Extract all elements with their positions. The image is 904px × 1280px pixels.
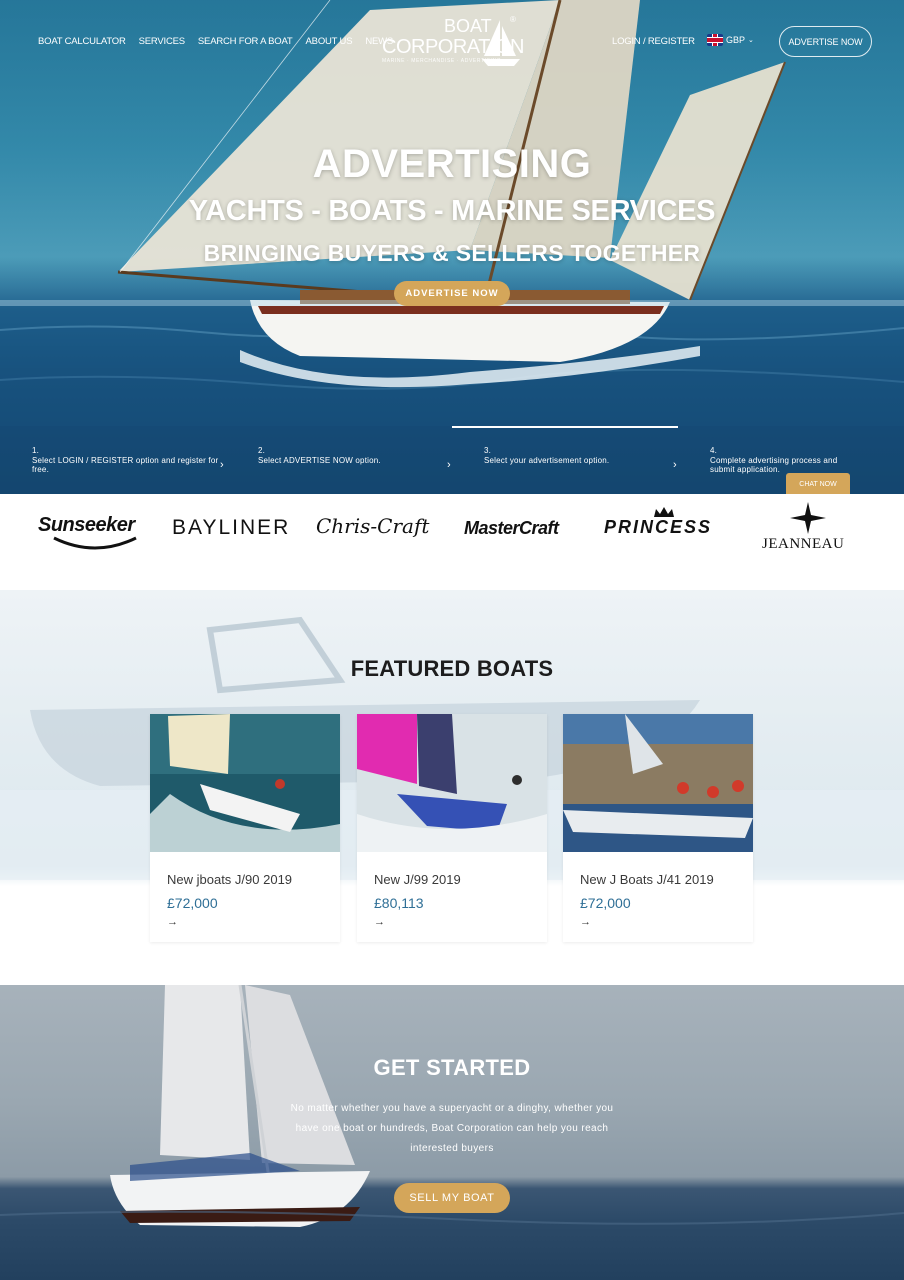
chevron-right-icon: ›	[673, 459, 677, 471]
boat-photo[interactable]	[150, 714, 340, 852]
site-logo[interactable]: BOAT CORPORATION MARINE · MERCHANDISE · …	[382, 14, 524, 70]
chat-now-button[interactable]: CHAT NOW	[786, 473, 850, 495]
login-register-link[interactable]: LOGIN / REGISTER	[612, 36, 695, 47]
laurel-wreath-icon	[53, 536, 137, 550]
hero-subtitle: YACHTS - BOATS - MARINE SERVICES	[188, 195, 716, 227]
active-step-indicator	[452, 426, 678, 428]
arrow-right-icon[interactable]: →	[374, 916, 385, 928]
hero-tagline: BRINGING BUYERS & SELLERS TOGETHER	[203, 240, 701, 266]
step-4[interactable]: 4. Complete advertising process and subm…	[710, 446, 860, 475]
boat-photo[interactable]	[357, 714, 547, 852]
nav-boat-calculator[interactable]: BOAT CALCULATOR	[38, 36, 126, 47]
brand-chris-craft[interactable]: Chris-Craft	[316, 514, 429, 538]
chevron-right-icon: ›	[447, 459, 451, 471]
boat-name[interactable]: New jboats J/90 2019	[167, 872, 292, 887]
nav-search-for-a-boat[interactable]: SEARCH FOR A BOAT	[198, 36, 293, 47]
step-text: Select your advertisement option.	[484, 455, 610, 465]
hero-section: BOAT CALCULATOR SERVICES SEARCH FOR A BO…	[0, 0, 904, 494]
main-nav: BOAT CALCULATOR SERVICES SEARCH FOR A BO…	[38, 36, 393, 47]
step-text: Complete advertising process and submit …	[710, 455, 838, 475]
compass-star-icon	[790, 502, 826, 534]
uk-flag-icon	[707, 34, 723, 46]
advertise-now-header-button[interactable]: ADVERTISE NOW	[779, 26, 872, 57]
steps-bar: 1. Select LOGIN / REGISTER option and re…	[0, 426, 904, 494]
step-2[interactable]: 2. Select ADVERTISE NOW option.	[258, 446, 458, 465]
brand-jeanneau[interactable]: JEANNEAU	[762, 536, 844, 553]
boat-card[interactable]: New jboats J/90 2019 £72,000 →	[150, 714, 340, 942]
get-started-title: GET STARTED	[373, 1055, 531, 1080]
hero-title: ADVERTISING	[312, 142, 592, 186]
step-text: Select ADVERTISE NOW option.	[258, 455, 381, 465]
boat-photo[interactable]	[563, 714, 753, 852]
get-started-section: GET STARTED No matter whether you have a…	[0, 985, 904, 1280]
featured-boats-title: FEATURED BOATS	[350, 656, 554, 681]
get-started-description: No matter whether you have a superyacht …	[290, 1103, 614, 1154]
chevron-down-icon: ⌄	[748, 37, 754, 44]
featured-boats-section: FEATURED BOATS New jboats J/90 2019 £72,…	[0, 590, 904, 985]
boat-price: £72,000	[580, 895, 631, 911]
sailboat-logo-icon	[482, 20, 520, 66]
step-text: Select LOGIN / REGISTER option and regis…	[32, 455, 219, 475]
brand-princess[interactable]: PRINCESS	[604, 517, 712, 538]
step-1[interactable]: 1. Select LOGIN / REGISTER option and re…	[32, 446, 232, 475]
boat-name[interactable]: New J Boats J/41 2019	[580, 872, 714, 887]
nav-about-us[interactable]: ABOUT US	[306, 36, 353, 47]
chevron-right-icon: ›	[220, 459, 224, 471]
currency-selector[interactable]: GBP ⌄	[707, 34, 754, 46]
boat-price: £72,000	[167, 895, 218, 911]
boat-card[interactable]: New J/99 2019 £80,113 →	[357, 714, 547, 942]
boat-name[interactable]: New J/99 2019	[374, 872, 461, 887]
step-3[interactable]: 3. Select your advertisement option.	[484, 446, 684, 465]
boat-card[interactable]: New J Boats J/41 2019 £72,000 →	[563, 714, 753, 942]
sell-my-boat-button[interactable]: SELL MY BOAT	[394, 1183, 510, 1213]
step-number: 4.	[710, 446, 718, 455]
brand-logos-strip: Sunseeker BAYLINER Chris-Craft MasterCra…	[0, 494, 904, 590]
hero-advertise-button[interactable]: ADVERTISE NOW	[394, 281, 510, 306]
brand-bayliner[interactable]: BAYLINER	[172, 516, 290, 540]
boat-price: £80,113	[374, 895, 424, 911]
step-number: 3.	[484, 446, 492, 455]
arrow-right-icon[interactable]: →	[580, 916, 591, 928]
nav-services[interactable]: SERVICES	[139, 36, 185, 47]
step-number: 2.	[258, 446, 266, 455]
brand-sunseeker[interactable]: Sunseeker	[38, 514, 135, 537]
step-number: 1.	[32, 446, 40, 455]
arrow-right-icon[interactable]: →	[167, 916, 178, 928]
currency-label: GBP	[726, 35, 746, 45]
brand-mastercraft[interactable]: MasterCraft	[464, 518, 559, 539]
